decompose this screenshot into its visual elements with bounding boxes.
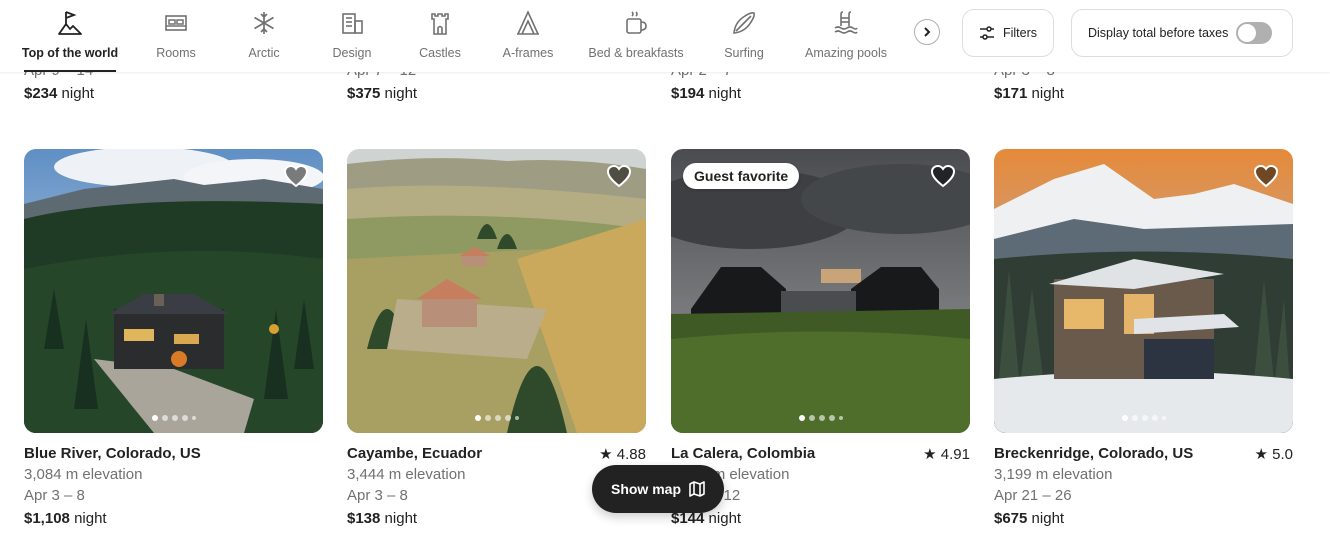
taxes-toggle[interactable] [1236, 22, 1273, 44]
taxes-label: Display total before taxes [1088, 26, 1229, 40]
category-label: Amazing pools [805, 46, 887, 60]
listing-price: $1,108 night [24, 510, 107, 527]
listing-location: Breckenridge, Colorado, US [994, 445, 1194, 462]
show-map-button[interactable]: Show map [592, 465, 724, 513]
a-frame-icon [517, 10, 539, 35]
listing-price: $675 night [994, 510, 1065, 527]
castle-icon [431, 13, 449, 35]
listing-price: $375 night [347, 85, 418, 102]
category-label: Top of the world [21, 46, 119, 60]
snowflake-icon [254, 12, 274, 34]
pool-icon [834, 11, 858, 34]
category-label: Surfing [724, 46, 764, 60]
listing-price: $171 night [994, 85, 1065, 102]
listing-elevation: 3,199 m elevation [994, 466, 1113, 483]
heart-icon[interactable] [1253, 163, 1279, 189]
guest-favorite-badge: Guest favorite [683, 163, 800, 189]
bed-icon [165, 15, 187, 31]
category-label: A-frames [502, 46, 554, 60]
listing-location: Blue River, Colorado, US [24, 445, 201, 462]
listing-photo[interactable] [347, 149, 646, 433]
photo-dots [798, 415, 843, 421]
listing-price: $138 night [347, 510, 418, 527]
photo-dots [474, 415, 519, 421]
coffee-mug-icon [626, 11, 647, 34]
heart-icon[interactable] [930, 163, 956, 189]
star-icon: ★ [1254, 446, 1268, 463]
show-map-label: Show map [610, 481, 681, 497]
filters-label: Filters [1002, 26, 1038, 40]
photo-dots [151, 415, 196, 421]
listing-image [24, 149, 323, 433]
listing-rating: ★ 4.88 [599, 446, 646, 463]
listing-dates: Apr 21 – 26 [994, 487, 1072, 504]
listing-card[interactable]: Breckenridge, Colorado, US ★ 5.0 3,199 m… [994, 149, 1293, 527]
category-label: Arctic [248, 46, 280, 60]
star-icon: ★ [923, 446, 937, 463]
listing-rating: ★ 5.0 [1254, 446, 1293, 463]
surfboard-icon [733, 12, 755, 34]
listing-photo[interactable] [24, 149, 323, 433]
heart-icon[interactable] [283, 163, 309, 189]
category-a-frames[interactable]: A-frames [500, 8, 556, 72]
star-icon: ★ [599, 446, 613, 463]
category-surfing[interactable]: Surfing [720, 8, 768, 72]
listing-elevation: 3,084 m elevation [24, 466, 143, 483]
category-castles[interactable]: Castles [416, 8, 464, 72]
category-label: Bed & breakfasts [588, 46, 684, 60]
building-icon [342, 13, 363, 34]
category-arctic[interactable]: Arctic [240, 8, 288, 72]
category-label: Design [332, 46, 372, 60]
active-underline [24, 70, 116, 72]
listing-photo[interactable] [994, 149, 1293, 433]
display-total-before-taxes[interactable]: Display total before taxes [1071, 9, 1293, 57]
listing-image [671, 149, 970, 433]
category-bar: Top of the world Rooms Arctic Design Cas… [0, 0, 1330, 72]
toggle-knob [1238, 24, 1257, 42]
heart-icon[interactable] [606, 163, 632, 189]
listing-image [994, 149, 1293, 433]
sliders-icon [979, 26, 994, 40]
category-bed-and-breakfasts[interactable]: Bed & breakfasts [588, 8, 684, 72]
listing-price: $194 night [671, 85, 742, 102]
map-icon [689, 481, 705, 497]
listing-dates: Apr 3 – 8 [24, 487, 85, 504]
flag-peak-icon [58, 11, 82, 35]
listing-card[interactable]: Blue River, Colorado, US 3,084 m elevati… [24, 149, 323, 527]
category-label: Castles [419, 46, 461, 60]
category-design[interactable]: Design [326, 8, 378, 72]
listing-photo[interactable]: Guest favorite [671, 149, 970, 433]
listing-price: $144 night [671, 510, 742, 527]
category-label: Rooms [156, 46, 196, 60]
category-top-of-the-world[interactable]: Top of the world [21, 8, 119, 72]
photo-dots [1121, 415, 1166, 421]
chevron-right-icon [924, 27, 931, 37]
listing-rating: ★ 4.91 [923, 446, 970, 463]
category-amazing-pools[interactable]: Amazing pools [804, 8, 888, 72]
category-rooms[interactable]: Rooms [150, 8, 202, 72]
listing-price: $234 night [24, 85, 95, 102]
filters-button[interactable]: Filters [962, 9, 1054, 57]
next-categories-button[interactable] [914, 19, 940, 45]
listing-image [347, 149, 646, 433]
